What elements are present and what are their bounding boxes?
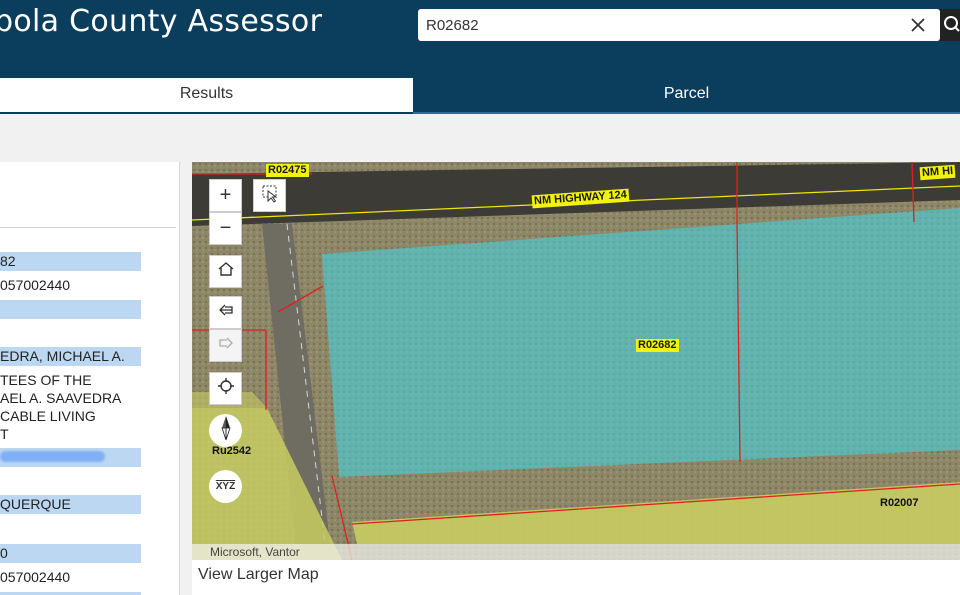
owner-line-3: CABLE LIVING xyxy=(0,408,96,424)
locate-button[interactable] xyxy=(209,372,242,405)
field-highlight xyxy=(0,252,141,271)
close-icon[interactable] xyxy=(908,15,928,35)
next-extent-button[interactable] xyxy=(209,329,242,362)
parcel-details-panel: 82 057002440 EDRA, MICHAEL A. TEES OF TH… xyxy=(0,162,180,595)
home-button[interactable] xyxy=(209,255,242,288)
panel-divider xyxy=(0,227,176,228)
zoom-out-button[interactable]: − xyxy=(209,212,242,245)
owner-name-value: EDRA, MICHAEL A. xyxy=(0,348,125,364)
search-box[interactable] xyxy=(418,9,940,41)
zoom-in-button[interactable]: + xyxy=(209,179,242,212)
tab-parcel[interactable]: Parcel xyxy=(413,78,960,112)
parcel-label-selected: R02682 xyxy=(636,339,679,352)
account-number-value-2: 057002440 xyxy=(0,569,71,585)
owner-line-4: T xyxy=(0,426,9,442)
coordinates-button[interactable]: XYZ xyxy=(209,470,242,503)
xyz-coordinates-icon: XYZ xyxy=(215,481,236,492)
compass-button[interactable] xyxy=(209,414,242,447)
road-label-right: NM HI xyxy=(919,164,956,181)
panel-gutter xyxy=(180,162,192,595)
cursor-select-icon xyxy=(260,183,280,208)
crosshair-icon xyxy=(217,377,235,400)
arrow-left-icon xyxy=(217,301,235,324)
city-value: QUERQUE xyxy=(0,496,71,512)
map-attribution: Microsoft, Vantor xyxy=(192,544,960,560)
toolbar-band xyxy=(0,114,960,162)
redacted-address xyxy=(0,451,105,462)
tab-bar: Results Parcel xyxy=(0,78,960,114)
parcel-id-value: 82 xyxy=(0,253,16,269)
compass-icon xyxy=(216,415,236,446)
minus-icon: − xyxy=(219,217,232,239)
parcel-map[interactable]: R02475 NM HIGHWAY 124 NM HI R02682 Ru254… xyxy=(192,162,960,560)
parcel-label-ru2542: Ru2542 xyxy=(212,445,252,457)
search-icon xyxy=(940,16,960,45)
zip-value: 0 xyxy=(0,545,8,561)
field-highlight xyxy=(0,300,141,319)
previous-extent-button[interactable] xyxy=(209,296,242,329)
arrow-right-icon xyxy=(217,334,235,357)
parcel-label-r02007: R02007 xyxy=(880,497,919,509)
plus-icon: + xyxy=(219,184,232,206)
owner-line-1: TEES OF THE xyxy=(0,372,92,388)
map-imagery xyxy=(192,162,960,560)
field-highlight xyxy=(0,544,141,563)
search-input[interactable] xyxy=(426,15,896,35)
search-button[interactable] xyxy=(940,9,960,41)
parcel-label-r02475: R02475 xyxy=(266,164,309,177)
view-larger-map-link[interactable]: View Larger Map xyxy=(198,566,319,584)
account-number-value: 057002440 xyxy=(0,277,71,293)
tab-results[interactable]: Results xyxy=(0,78,413,112)
home-icon xyxy=(217,260,235,283)
app-title: bola County Assessor xyxy=(0,4,323,39)
select-tool-button[interactable] xyxy=(253,179,286,212)
owner-line-2: AEL A. SAAVEDRA xyxy=(0,390,122,406)
